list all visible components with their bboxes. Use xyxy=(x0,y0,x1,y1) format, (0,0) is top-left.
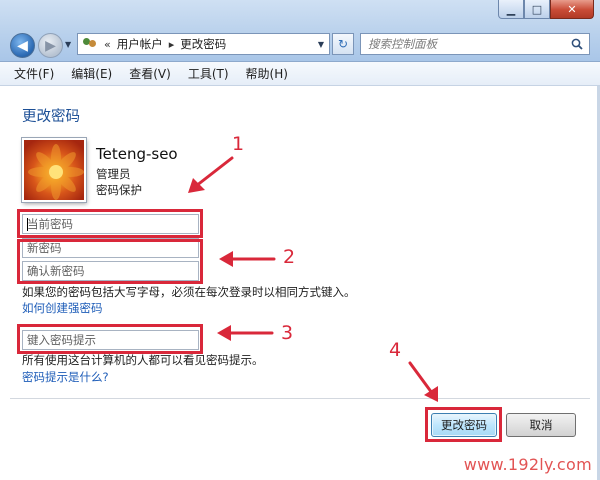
refresh-button[interactable]: ↻ xyxy=(332,33,354,55)
annotation-number-4: 4 xyxy=(389,339,402,361)
maximize-button[interactable]: □ xyxy=(524,0,550,19)
window-controls: ▁ □ ✕ xyxy=(498,0,594,19)
users-icon xyxy=(82,37,98,51)
arrow-2-head-icon xyxy=(219,251,233,267)
flower-picture-icon xyxy=(28,144,84,200)
search-input[interactable] xyxy=(368,37,558,51)
arrow-1-head-icon xyxy=(188,178,205,193)
arrow-4-icon xyxy=(408,361,434,395)
menu-edit[interactable]: 编辑(E) xyxy=(71,65,112,82)
back-button[interactable]: ◀ xyxy=(10,33,35,58)
password-hint-help-link[interactable]: 密码提示是什么? xyxy=(22,369,109,385)
breadcrumb-overflow[interactable]: « xyxy=(104,38,111,51)
address-bar[interactable]: « 用户帐户 ▸ 更改密码 ▼ xyxy=(77,33,330,55)
avatar xyxy=(22,138,86,202)
menu-bar: 文件(F) 编辑(E) 查看(V) 工具(T) 帮助(H) xyxy=(0,62,600,86)
annotation-box-new-password xyxy=(17,239,203,284)
page-title: 更改密码 xyxy=(22,109,80,125)
annotation-number-1: 1 xyxy=(232,133,245,155)
recent-pages-dropdown[interactable]: ▼ xyxy=(65,40,71,49)
user-name: Teteng-seo xyxy=(96,145,178,163)
search-icon[interactable] xyxy=(571,38,583,50)
breadcrumb-change-password[interactable]: 更改密码 xyxy=(180,36,226,52)
minimize-button[interactable]: ▁ xyxy=(498,0,524,19)
annotation-box-current-password xyxy=(17,209,203,238)
hint-visibility-note: 所有使用这台计算机的人都可以看见密码提示。 xyxy=(22,353,264,367)
annotation-number-3: 3 xyxy=(281,322,294,344)
breadcrumb-separator[interactable]: ▸ xyxy=(169,38,175,51)
arrow-4-head-icon xyxy=(424,386,438,402)
watermark: www.192ly.com xyxy=(463,455,592,474)
menu-help[interactable]: 帮助(H) xyxy=(246,65,288,82)
annotation-number-2: 2 xyxy=(283,246,296,268)
strong-password-link[interactable]: 如何创建强密码 xyxy=(22,300,103,316)
breadcrumb-user-accounts[interactable]: 用户帐户 xyxy=(117,36,163,52)
footer-divider xyxy=(10,398,590,399)
forward-button[interactable]: ▶ xyxy=(38,33,63,58)
close-button[interactable]: ✕ xyxy=(550,0,594,19)
address-dropdown-icon[interactable]: ▼ xyxy=(313,40,329,49)
arrow-3-head-icon xyxy=(217,325,231,341)
arrow-1-icon xyxy=(194,156,234,188)
menu-file[interactable]: 文件(F) xyxy=(14,65,54,82)
menu-tools[interactable]: 工具(T) xyxy=(188,65,229,82)
user-password-status: 密码保护 xyxy=(96,183,142,197)
annotation-box-hint xyxy=(17,324,203,354)
user-role: 管理员 xyxy=(96,167,131,181)
cancel-button[interactable]: 取消 xyxy=(506,413,576,437)
case-sensitivity-note: 如果您的密码包括大写字母，必须在每次登录时以相同方式键入。 xyxy=(22,285,356,299)
annotation-box-change-button xyxy=(425,407,502,442)
search-box[interactable] xyxy=(360,33,590,55)
menu-view[interactable]: 查看(V) xyxy=(129,65,171,82)
